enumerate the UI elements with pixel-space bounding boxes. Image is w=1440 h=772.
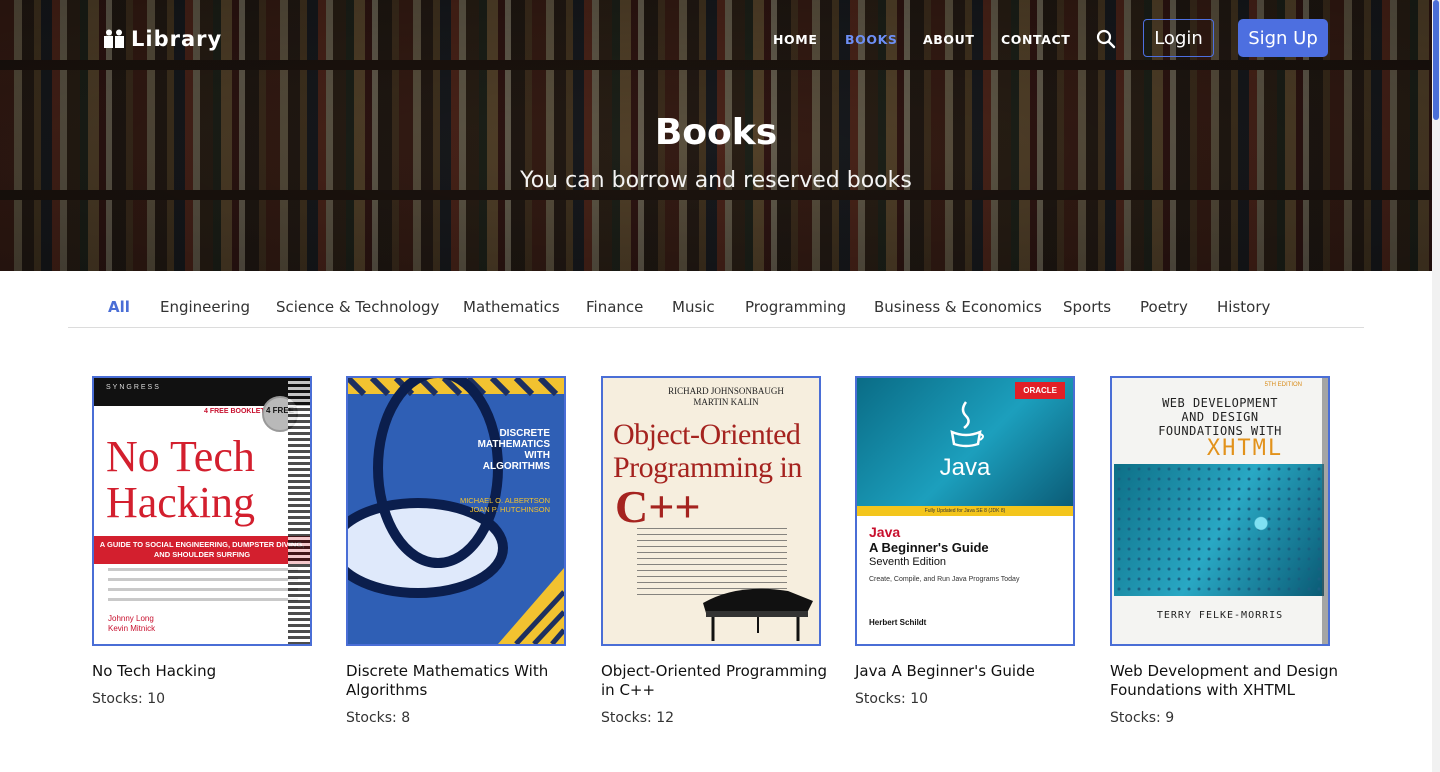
cover-title-line: MATHEMATICS	[477, 439, 550, 450]
cover-stripe	[288, 378, 310, 644]
navbar: Library HOME BOOKS ABOUT CONTACT Login S…	[0, 0, 1432, 80]
login-button[interactable]: Login	[1143, 19, 1214, 57]
cover-title: DISCRETE MATHEMATICS WITH ALGORITHMS	[478, 428, 550, 472]
tab-music[interactable]: Music	[672, 298, 715, 316]
cover-title-line: Hacking	[106, 478, 256, 527]
cover-art	[1114, 464, 1324, 596]
cover-authors: MICHAEL O. ALBERTSON JOAN P. HUTCHINSON	[460, 496, 550, 514]
cover-authors: Johnny Long Kevin Mitnick	[108, 614, 155, 634]
book-title[interactable]: Discrete Mathematics With Algorithms	[346, 662, 586, 700]
cover-title: No Tech Hacking	[106, 434, 255, 526]
search-button[interactable]	[1096, 29, 1116, 54]
signup-button[interactable]: Sign Up	[1238, 19, 1328, 57]
cover-title-xhtml: XHTML	[1206, 436, 1284, 461]
cover-bar: Fully Updated for Java SE 8 (JDK 8)	[857, 506, 1073, 516]
cover-tagline: Create, Compile, and Run Java Programs T…	[869, 576, 1020, 583]
book-card-java-beginners-guide[interactable]: ORACLE Java Fully Updated for Java SE 8 …	[855, 376, 1095, 707]
page-title: Books	[654, 112, 778, 153]
book-card-oop-cpp[interactable]: RICHARD JOHNSONBAUGH MARTIN KALIN Object…	[601, 376, 841, 726]
cover-author: Johnny Long	[108, 614, 154, 623]
book-stock: Stocks: 10	[92, 691, 166, 707]
cover-title-line: AND DESIGN	[1181, 410, 1259, 424]
scrollbar[interactable]	[1432, 0, 1440, 772]
cover-title-line: WEB DEVELOPMENT	[1162, 396, 1278, 410]
tab-mathematics[interactable]: Mathematics	[463, 298, 560, 316]
tab-engineering[interactable]: Engineering	[160, 298, 250, 316]
cover-title: Java	[869, 524, 901, 540]
cover-title: Object-Oriented Programming in	[613, 418, 802, 484]
cover-publisher: SYNGRESS	[106, 384, 161, 391]
site-logo[interactable]: Library	[103, 27, 222, 51]
cover-author: JOAN P. HUTCHINSON	[469, 505, 550, 514]
oracle-logo: ORACLE	[1015, 382, 1065, 399]
cover-title-line: Object-Oriented	[613, 418, 801, 451]
piano-icon	[703, 588, 813, 641]
book-cover[interactable]: 5TH EDITION WEB DEVELOPMENT AND DESIGN F…	[1110, 376, 1330, 646]
tab-sports[interactable]: Sports	[1063, 298, 1111, 316]
tab-all[interactable]: All	[108, 298, 130, 316]
library-logo-icon	[104, 29, 124, 48]
cover-title-line: WITH	[524, 450, 550, 461]
cover-title: WEB DEVELOPMENT AND DESIGN FOUNDATIONS W…	[1112, 396, 1328, 438]
tab-business-economics[interactable]: Business & Economics	[874, 298, 1042, 316]
book-cover[interactable]: ORACLE Java Fully Updated for Java SE 8 …	[855, 376, 1075, 646]
book-card-web-development[interactable]: 5TH EDITION WEB DEVELOPMENT AND DESIGN F…	[1110, 376, 1350, 726]
cover-text-lines	[108, 568, 298, 608]
cover-title-line: No Tech	[106, 432, 255, 481]
java-logo-text: Java	[939, 454, 991, 481]
tab-history[interactable]: History	[1217, 298, 1270, 316]
cover-title-cpp: C++	[615, 481, 701, 532]
cover-subtitle: A Beginner's Guide	[869, 540, 989, 555]
category-tabs: All Engineering Science & Technology Mat…	[68, 290, 1364, 328]
scrollbar-thumb[interactable]	[1433, 0, 1439, 120]
cover-authors: RICHARD JOHNSONBAUGH MARTIN KALIN	[603, 386, 819, 408]
tab-programming[interactable]: Programming	[745, 298, 846, 316]
search-icon	[1096, 29, 1116, 49]
book-card-no-tech-hacking[interactable]: SYNGRESS 4 FREE BOOKLETS 4 FREE No Tech …	[92, 376, 332, 707]
cover-shadow	[1322, 378, 1328, 644]
book-card-discrete-mathematics[interactable]: DISCRETE MATHEMATICS WITH ALGORITHMS MIC…	[346, 376, 586, 726]
cover-author: Kevin Mitnick	[108, 624, 156, 633]
cover-title-line: ALGORITHMS	[482, 461, 550, 472]
nav-books[interactable]: BOOKS	[845, 32, 897, 47]
cover-author: RICHARD JOHNSONBAUGH	[668, 386, 784, 396]
book-title[interactable]: No Tech Hacking	[92, 662, 332, 681]
book-title[interactable]: Web Development and Design Foundations w…	[1110, 662, 1350, 700]
tab-finance[interactable]: Finance	[586, 298, 643, 316]
page-subtitle: You can borrow and reserved books	[520, 168, 912, 193]
book-cover[interactable]: DISCRETE MATHEMATICS WITH ALGORITHMS MIC…	[346, 376, 566, 646]
cover-author: Herbert Schildt	[869, 618, 927, 627]
cover-badge: 4 FREE BOOKLETS	[204, 408, 270, 415]
book-title[interactable]: Java A Beginner's Guide	[855, 662, 1095, 681]
nav-about[interactable]: ABOUT	[923, 32, 975, 47]
book-stock: Stocks: 9	[1110, 710, 1175, 726]
nav-contact[interactable]: CONTACT	[1001, 32, 1070, 47]
cover-author: MARTIN KALIN	[693, 397, 759, 407]
tab-poetry[interactable]: Poetry	[1140, 298, 1188, 316]
cover-author: TERRY FELKE-MORRIS	[1156, 610, 1284, 621]
cover-band: A GUIDE TO SOCIAL ENGINEERING, DUMPSTER …	[94, 536, 310, 564]
cover-title-line: DISCRETE	[499, 428, 550, 439]
nav-home[interactable]: HOME	[773, 32, 817, 47]
book-cover[interactable]: SYNGRESS 4 FREE BOOKLETS 4 FREE No Tech …	[92, 376, 312, 646]
tab-science-technology[interactable]: Science & Technology	[276, 298, 439, 316]
book-cover[interactable]: RICHARD JOHNSONBAUGH MARTIN KALIN Object…	[601, 376, 821, 646]
cover-edition: Seventh Edition	[869, 556, 947, 568]
cover-edition: 5TH EDITION	[1264, 382, 1302, 388]
book-title[interactable]: Object-Oriented Programming in C++	[601, 662, 841, 700]
book-stock: Stocks: 12	[601, 710, 675, 726]
logo-text: Library	[131, 27, 223, 51]
book-stock: Stocks: 10	[855, 691, 929, 707]
cover-author: MICHAEL O. ALBERTSON	[459, 496, 550, 505]
book-stock: Stocks: 8	[346, 710, 411, 726]
java-cup-icon	[950, 401, 984, 448]
